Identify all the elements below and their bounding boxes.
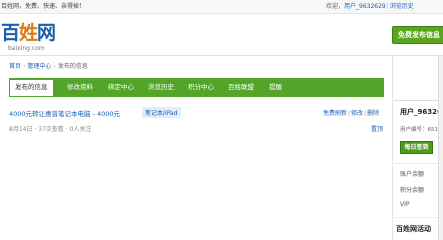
delete-link[interactable]: 删除 [367, 110, 379, 117]
sidebar-section-title: 百姓网活动 [396, 225, 431, 233]
publish-free-button[interactable]: 免费发布信息 [392, 26, 443, 44]
separator: | [364, 110, 367, 117]
sidebar-username: 用户_9632629 [400, 108, 443, 116]
tab-history[interactable]: 浏览历史 [148, 78, 174, 96]
user-sidebar: 用户_9632629 用户编号：6519 每日签到 账户余额 积分余额 VIP … [394, 100, 443, 240]
tab-binding[interactable]: 绑定中心 [108, 78, 134, 96]
sidebar-user-id: 用户编号：6519 [400, 127, 442, 133]
username-link[interactable]: 用户_9632629 [344, 3, 386, 10]
breadcrumb: 首页 › 管理中心 › 发布的信息 [9, 61, 88, 70]
page: 百姓网，免费、快速、亲得掉！ 欢迎，用户_9632629|浏览历史 百姓网 ba… [0, 0, 443, 240]
welcome-text: 欢迎， [326, 3, 345, 10]
edit-link[interactable]: 修改 [351, 110, 363, 117]
breadcrumb-arrow-icon: › [53, 63, 56, 70]
sidebar-item-balance[interactable]: 账户余额 [400, 169, 424, 178]
sidebar-divider-line [394, 163, 443, 164]
listing-actions: 免费刷新|修改|删除 [323, 108, 379, 117]
manage-nav: 发布的信息 修改资料 绑定中心 浏览历史 积分中心 百姓联盟 提醒 [9, 78, 384, 96]
sidebar-divider [392, 55, 393, 240]
listing-title-link[interactable]: 4000元转让惠普笔记本电脑 - 4000元 [9, 108, 120, 118]
daily-checkin-button[interactable]: 每日签到 [400, 141, 433, 154]
tab-published[interactable]: 发布的信息 [9, 79, 54, 96]
breadcrumb-arrow-icon: › [23, 63, 26, 70]
top-bar: 百姓网，免费、快速、亲得掉！ 欢迎，用户_9632629|浏览历史 [0, 0, 443, 14]
site-logo[interactable]: 百姓网 baixing.com [1, 22, 61, 58]
list-item: 4000元转让惠普笔记本电脑 - 4000元 笔记本/iPad 免费刷新|修改|… [9, 107, 384, 134]
separator: | [348, 110, 351, 117]
logo-wordmark: 百姓网 [1, 22, 56, 44]
tab-edit-profile[interactable]: 修改资料 [67, 78, 93, 96]
tab-alliance[interactable]: 百姓联盟 [228, 78, 254, 96]
separator: | [386, 3, 389, 10]
history-link[interactable]: 浏览历史 [390, 3, 414, 10]
user-links: 欢迎，用户_9632629|浏览历史 [326, 0, 414, 14]
logo-char-1: 百 [1, 22, 20, 44]
sidebar-item-points[interactable]: 积分余额 [400, 185, 424, 194]
breadcrumb-manage[interactable]: 管理中心 [27, 63, 51, 70]
logo-char-3: 网 [37, 22, 56, 44]
logo-char-2: 姓 [19, 22, 38, 44]
listing-meta: 8月14日 · 37次查看 · 0人关注 [9, 126, 92, 133]
category-tag[interactable]: 笔记本/iPad [142, 107, 181, 118]
refresh-link[interactable]: 免费刷新 [323, 110, 347, 117]
pin-link[interactable]: 置顶 [371, 124, 383, 133]
logo-domain: baixing.com [8, 45, 45, 52]
vertical-scrollbar[interactable] [438, 56, 443, 240]
sidebar-item-vip[interactable]: VIP [400, 201, 410, 208]
breadcrumb-home[interactable]: 首页 [9, 63, 21, 70]
breadcrumb-current: 发布的信息 [57, 63, 88, 70]
nav-underline [9, 96, 384, 97]
tab-points[interactable]: 积分中心 [188, 78, 214, 96]
tab-reminder[interactable]: 提醒 [269, 78, 282, 96]
sidebar-divider-line [394, 217, 443, 218]
site-slogan: 百姓网，免费、快速、亲得掉！ [1, 3, 86, 10]
header-divider [0, 55, 443, 56]
